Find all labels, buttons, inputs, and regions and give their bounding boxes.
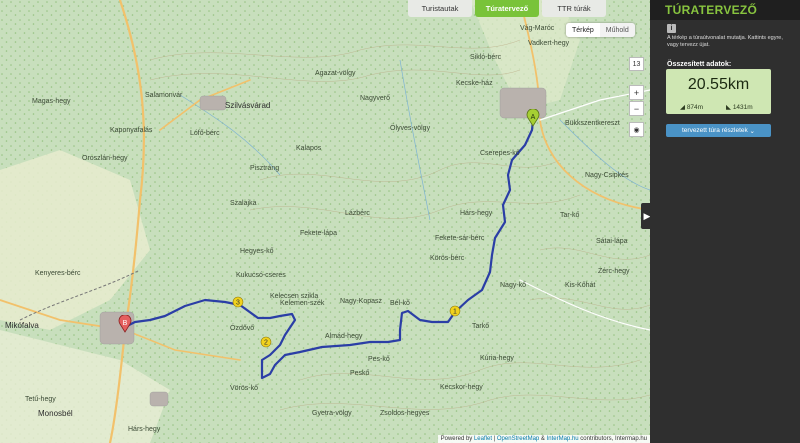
map-label: Magas-hegy <box>32 98 71 105</box>
map-label: Vág-Maróc <box>520 25 555 32</box>
sidebar-intro-text: A térkép a túraútvonalat mutatja. Kattin… <box>667 35 783 48</box>
map-label: Hárs-hegy <box>460 210 493 217</box>
map-label: Kukucsó-cseres <box>236 272 286 279</box>
zoom-in-button[interactable]: + <box>629 85 644 100</box>
route-details-button[interactable]: tervezett túra részletek ⌄ <box>666 124 771 137</box>
map-label: Ölyves-völgy <box>390 125 431 132</box>
ascent-value: 874m <box>686 104 704 111</box>
map-label: Nagyverő <box>360 95 390 102</box>
map-label: Gyetra-völgy <box>312 410 352 417</box>
map-canvas[interactable]: Vadkert-hegy Sikló-bérc Agazat-völgy Kec… <box>0 0 650 443</box>
map-label: Ózdővő <box>230 325 255 332</box>
map-label: Kúria-hegy <box>480 355 514 362</box>
waypoint-1-icon[interactable]: 1 <box>449 305 461 317</box>
map-label: Peskő <box>350 370 370 377</box>
map-label: Tar-kő <box>560 212 580 219</box>
descent-value: 1431m <box>732 104 753 111</box>
start-marker-icon[interactable]: A <box>526 109 540 127</box>
svg-text:1: 1 <box>453 309 457 316</box>
map-label: Nagy-kő <box>500 282 527 289</box>
svg-text:B: B <box>123 320 128 327</box>
map-label: Kenyeres-bérc <box>35 270 81 277</box>
map-label: Zsoldos-hegyes <box>380 410 430 417</box>
map-type-switch: Térkép Műhold <box>566 23 635 37</box>
map-label: Vadkert-hegy <box>528 40 570 47</box>
map-label: Nagy-Kopasz <box>340 298 383 305</box>
map-label-town: Mikófalva <box>5 321 39 330</box>
zoom-out-button[interactable]: − <box>629 101 644 116</box>
map-label: Bükkszentkereszt <box>565 120 620 127</box>
attribution-prefix: Powered by <box>440 436 473 442</box>
map-label: Kelemen-szék <box>280 300 325 307</box>
map-label: Salamonvár <box>145 92 183 99</box>
map-label: Tetű-hegy <box>25 396 56 403</box>
svg-text:A: A <box>531 114 536 121</box>
map-label: Bél-kő <box>390 300 410 307</box>
summary-label: Összesített adatok: <box>667 61 732 68</box>
map-label: Kalapos <box>296 145 322 152</box>
map-label: Kaponyafalás <box>110 127 153 134</box>
terrain-layer <box>0 0 650 443</box>
map-label: Agazat-völgy <box>315 70 356 77</box>
leaflet-link[interactable]: Leaflet <box>474 436 492 442</box>
map-label: Körös-bérc <box>430 255 465 262</box>
map-label: Nagy-Csipkés <box>585 172 629 179</box>
map-label: Pes-kő <box>368 356 390 363</box>
intermap-link[interactable]: InterMap.hu <box>547 436 579 442</box>
total-ascent: ◢ 874m <box>680 103 703 111</box>
waypoint-3-icon[interactable]: 3 <box>232 296 244 308</box>
map-label: Oroszlán-hegy <box>82 155 128 162</box>
map-type-terkep-button[interactable]: Térkép <box>566 23 600 37</box>
osm-link[interactable]: OpenStreetMap <box>497 436 539 442</box>
summary-stats-box: 20.55km ◢ 874m ◣ 1431m <box>666 69 771 114</box>
tab-ttr-turak[interactable]: TTR túrák <box>542 0 606 17</box>
map-label: Sátai-lápa <box>596 238 628 245</box>
map-label: Kis-Kőhát <box>565 282 596 289</box>
map-label: Almád-hegy <box>325 333 363 340</box>
descent-icon: ◣ <box>726 104 731 111</box>
zoom-level-indicator: 13 <box>629 57 644 71</box>
attribution-suffix: contributors, Intermap.hu <box>580 436 647 442</box>
map-label: Kelecsen szikla <box>270 293 319 300</box>
chevron-down-icon: ⌄ <box>747 127 755 135</box>
total-distance: 20.55km <box>687 76 750 93</box>
map-type-muhold-button[interactable]: Műhold <box>599 23 635 37</box>
svg-text:3: 3 <box>236 300 240 307</box>
top-tabs: Turistautak Túratervező TTR túrák <box>408 0 606 17</box>
info-icon[interactable]: i <box>667 24 676 33</box>
map-attribution: Powered by Leaflet | OpenStreetMap & Int… <box>437 435 650 443</box>
map-label: Vörös-kő <box>230 385 259 392</box>
ascent-icon: ◢ <box>680 104 685 111</box>
map-label: Sikló-bérc <box>470 54 502 61</box>
tab-turistautak[interactable]: Turistautak <box>408 0 472 17</box>
map-label: Hárs-hegy <box>128 426 161 433</box>
tab-turatervezo[interactable]: Túratervező <box>475 0 539 17</box>
locate-button[interactable]: ◉ <box>629 122 644 137</box>
map-label: Cserepes-kő <box>480 150 520 157</box>
sidebar-title: TÚRATERVEZŐ <box>650 0 800 20</box>
map-label: Fekete-lápa <box>300 230 337 237</box>
map-label: Lázbérc <box>345 210 370 217</box>
total-descent: ◣ 1431m <box>726 103 753 111</box>
map-label: Fekete-sár-bérc <box>435 235 485 242</box>
map-label: Hegyes-kő <box>240 248 274 255</box>
route-details-label: tervezett túra részletek <box>681 127 748 134</box>
map-label-town: Monosbél <box>38 409 73 418</box>
map-label-town: Szilvásvárad <box>225 101 271 110</box>
svg-text:2: 2 <box>264 340 268 347</box>
map-label: Kecskor-hegy <box>440 384 483 391</box>
end-marker-icon[interactable]: B <box>118 315 132 333</box>
map-label: Tarkő <box>472 323 490 330</box>
map-label: Szalajka <box>230 200 257 207</box>
waypoint-2-icon[interactable]: 2 <box>260 336 272 348</box>
map-label: Zérc-hegy <box>598 268 630 275</box>
map-label: Pisztráng <box>250 165 280 172</box>
map-label: Kecske-ház <box>456 80 493 87</box>
map-label: Lófő-bérc <box>190 130 220 137</box>
